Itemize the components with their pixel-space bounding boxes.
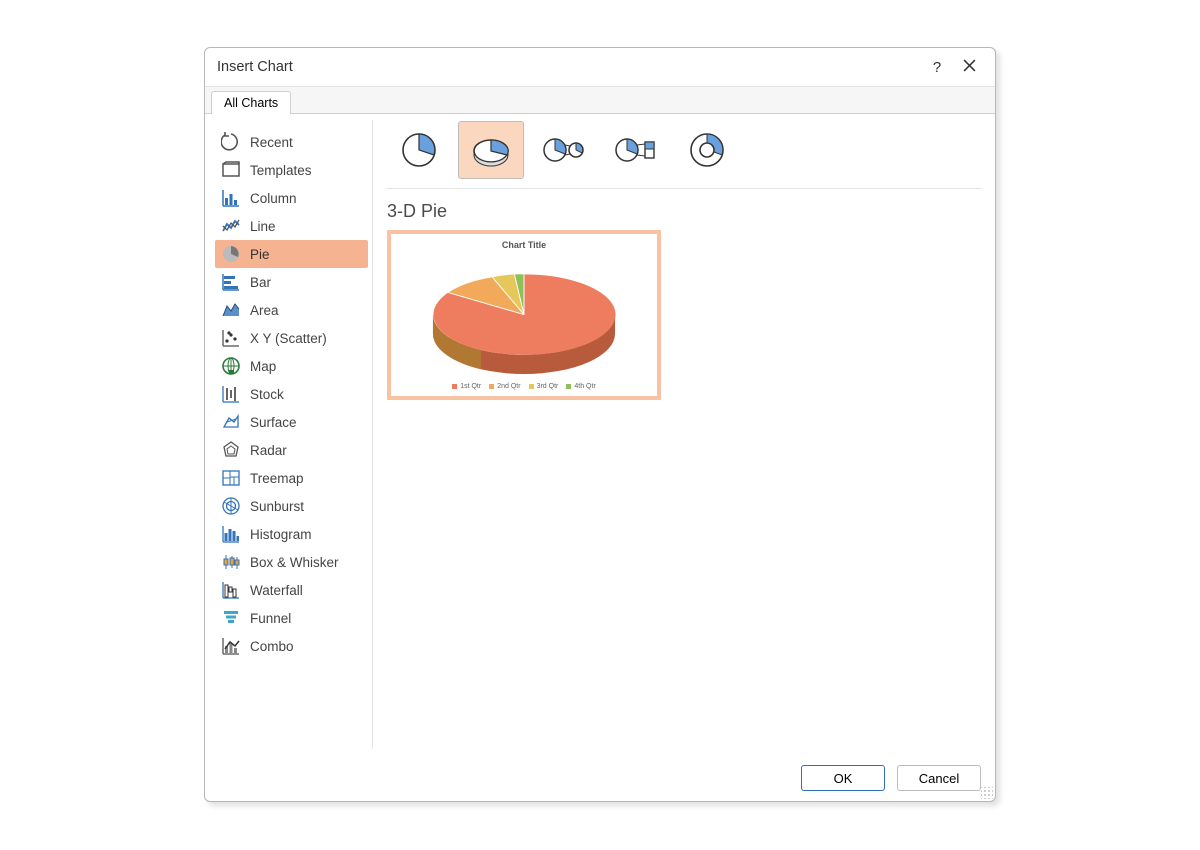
category-sidebar: Recent Templates Column Line xyxy=(211,120,373,749)
dialog-content: Recent Templates Column Line xyxy=(205,113,995,755)
chart-title-label: Chart Title xyxy=(502,240,546,250)
sidebar-item-sunburst[interactable]: Sunburst xyxy=(215,492,368,520)
chart-legend: 1st Qtr 2nd Qtr 3rd Qtr 4th Qtr xyxy=(452,383,596,390)
subtype-3d-pie[interactable] xyxy=(459,122,523,178)
treemap-icon xyxy=(221,468,241,488)
sidebar-item-line[interactable]: Line xyxy=(215,212,368,240)
surface-icon xyxy=(221,412,241,432)
sidebar-item-boxwhisker[interactable]: Box & Whisker xyxy=(215,548,368,576)
subtype-pie-of-pie[interactable] xyxy=(531,122,595,178)
map-icon xyxy=(221,356,241,376)
pie-3d-icon xyxy=(468,130,514,170)
sidebar-item-map[interactable]: Map xyxy=(215,352,368,380)
histogram-icon xyxy=(221,524,241,544)
sidebar-item-pie[interactable]: Pie xyxy=(215,240,368,268)
sidebar-item-label: Line xyxy=(250,219,276,234)
sidebar-item-combo[interactable]: Combo xyxy=(215,632,368,660)
sidebar-item-waterfall[interactable]: Waterfall xyxy=(215,576,368,604)
sidebar-item-recent[interactable]: Recent xyxy=(215,128,368,156)
ok-button[interactable]: OK xyxy=(801,765,885,791)
sidebar-item-label: Templates xyxy=(250,163,312,178)
legend-item: 1st Qtr xyxy=(460,383,481,390)
legend-item: 3rd Qtr xyxy=(537,383,559,390)
combo-icon xyxy=(221,636,241,656)
sidebar-item-label: Area xyxy=(250,303,279,318)
doughnut-icon xyxy=(684,130,730,170)
pie-icon xyxy=(221,244,241,264)
main-panel: 3-D Pie Chart Title xyxy=(373,114,995,755)
close-button[interactable] xyxy=(953,59,985,76)
sidebar-item-funnel[interactable]: Funnel xyxy=(215,604,368,632)
sidebar-item-label: Stock xyxy=(250,387,284,402)
line-icon xyxy=(221,216,241,236)
sidebar-item-label: Waterfall xyxy=(250,583,303,598)
sidebar-item-label: Funnel xyxy=(250,611,291,626)
sidebar-item-label: Combo xyxy=(250,639,294,654)
legend-item: 4th Qtr xyxy=(574,383,595,390)
templates-icon xyxy=(221,160,241,180)
pie-of-pie-icon xyxy=(540,130,586,170)
radar-icon xyxy=(221,440,241,460)
stock-icon xyxy=(221,384,241,404)
chart-preview-graphic xyxy=(397,250,651,383)
recent-icon xyxy=(221,132,241,152)
sidebar-item-templates[interactable]: Templates xyxy=(215,156,368,184)
area-icon xyxy=(221,300,241,320)
sidebar-item-label: Bar xyxy=(250,275,271,290)
sidebar-item-surface[interactable]: Surface xyxy=(215,408,368,436)
sidebar-item-label: X Y (Scatter) xyxy=(250,331,327,346)
dialog-footer: OK Cancel xyxy=(205,755,995,801)
sidebar-item-bar[interactable]: Bar xyxy=(215,268,368,296)
resize-grip[interactable] xyxy=(981,787,993,799)
sidebar-item-label: Column xyxy=(250,191,297,206)
sidebar-item-label: Surface xyxy=(250,415,297,430)
insert-chart-dialog: Insert Chart ? All Charts Recent xyxy=(204,47,996,802)
funnel-icon xyxy=(221,608,241,628)
tabstrip: All Charts xyxy=(205,86,995,113)
sidebar-item-stock[interactable]: Stock xyxy=(215,380,368,408)
subtype-doughnut[interactable] xyxy=(675,122,739,178)
sidebar-item-scatter[interactable]: X Y (Scatter) xyxy=(215,324,368,352)
boxwhisker-icon xyxy=(221,552,241,572)
close-icon xyxy=(963,59,976,72)
sidebar-item-label: Recent xyxy=(250,135,293,150)
subtype-pie[interactable] xyxy=(387,122,451,178)
sidebar-item-label: Histogram xyxy=(250,527,312,542)
dialog-title: Insert Chart xyxy=(217,59,921,75)
scatter-icon xyxy=(221,328,241,348)
sidebar-item-label: Treemap xyxy=(250,471,304,486)
sunburst-icon xyxy=(221,496,241,516)
legend-item: 2nd Qtr xyxy=(497,383,520,390)
sidebar-item-radar[interactable]: Radar xyxy=(215,436,368,464)
pie-flat-icon xyxy=(396,130,442,170)
sidebar-item-column[interactable]: Column xyxy=(215,184,368,212)
sidebar-item-histogram[interactable]: Histogram xyxy=(215,520,368,548)
tab-all-charts[interactable]: All Charts xyxy=(211,91,291,114)
chart-preview[interactable]: Chart Title xyxy=(387,230,661,400)
sidebar-item-label: Box & Whisker xyxy=(250,555,339,570)
titlebar: Insert Chart ? xyxy=(205,48,995,86)
sidebar-item-label: Sunburst xyxy=(250,499,304,514)
bar-of-pie-icon xyxy=(612,130,658,170)
cancel-button[interactable]: Cancel xyxy=(897,765,981,791)
sidebar-item-label: Pie xyxy=(250,247,270,262)
sidebar-item-label: Radar xyxy=(250,443,287,458)
waterfall-icon xyxy=(221,580,241,600)
sidebar-item-label: Map xyxy=(250,359,276,374)
sidebar-item-area[interactable]: Area xyxy=(215,296,368,324)
subtype-title: 3-D Pie xyxy=(387,201,981,222)
sidebar-item-treemap[interactable]: Treemap xyxy=(215,464,368,492)
bar-icon xyxy=(221,272,241,292)
subtype-bar-of-pie[interactable] xyxy=(603,122,667,178)
column-icon xyxy=(221,188,241,208)
subtype-row xyxy=(387,120,981,189)
help-button[interactable]: ? xyxy=(921,59,953,76)
